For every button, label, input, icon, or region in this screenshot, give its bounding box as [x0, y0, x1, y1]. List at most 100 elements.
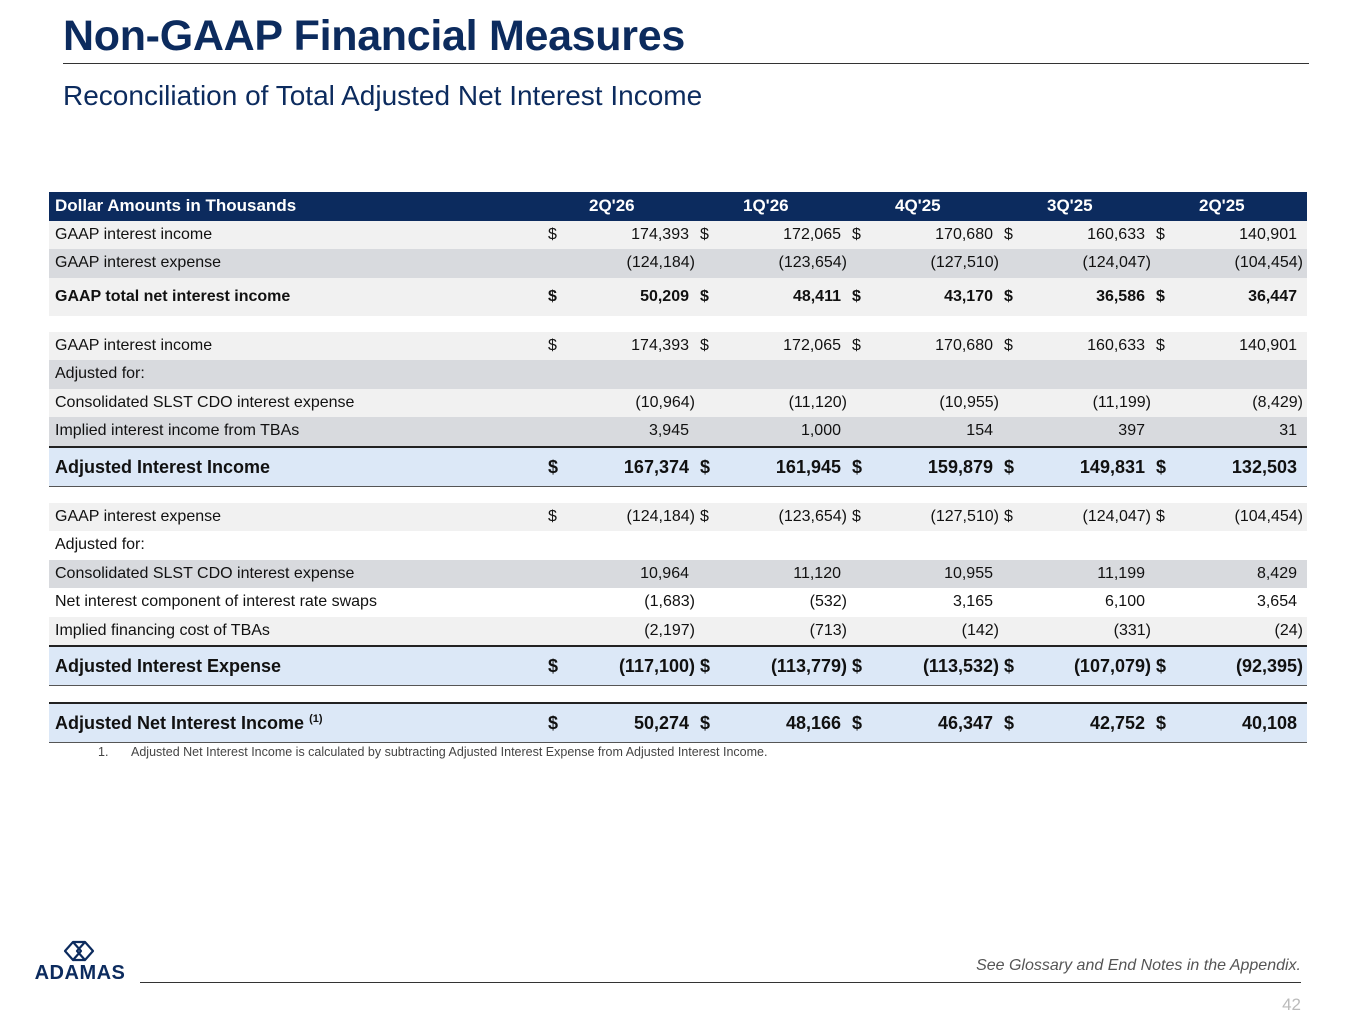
cell-value: (104,454) — [1234, 254, 1304, 271]
row-label-text: Consolidated SLST CDO interest expense — [55, 564, 355, 582]
cell-value: (142) — [961, 621, 999, 639]
cell-value: 172,065 — [783, 336, 841, 354]
footnote-reference: (1) — [309, 713, 323, 725]
row-label: GAAP total net interest income — [55, 278, 290, 316]
cell-value: 174,393 — [631, 225, 689, 243]
row-label: Adjusted Interest Expense — [55, 647, 281, 685]
currency-symbol: $ — [1004, 225, 1013, 243]
logo-wordmark: ADAMAS — [34, 962, 126, 984]
currency-symbol: $ — [700, 287, 709, 305]
currency-symbol: $ — [852, 287, 861, 305]
currency-symbol: $ — [1156, 456, 1167, 477]
cell-value: (127,510) — [930, 254, 1000, 271]
cell-value: (123,654) — [778, 507, 848, 525]
cell-value: 170,680 — [935, 336, 993, 354]
currency-symbol: $ — [700, 507, 709, 525]
table-spacer — [49, 315, 1307, 332]
page-number: 42 — [1282, 995, 1301, 1014]
table-row: GAAP total net interest income $50,209 $48… — [49, 277, 1307, 316]
currency-symbol: $ — [548, 287, 557, 305]
cell-value: 48,411 — [792, 287, 841, 305]
currency-symbol: $ — [548, 225, 557, 243]
cell-value: 3,165 — [952, 593, 993, 610]
table-row: Implied financing cost of TBAs (2,197) (71… — [49, 616, 1307, 645]
cell-value: 167,374 — [623, 456, 689, 477]
currency-symbol: $ — [1004, 713, 1015, 733]
reconciliation-table: Dollar Amounts in Thousands 2Q'26 1Q'26 4Q… — [49, 192, 1307, 743]
cell-value: 159,879 — [927, 456, 993, 477]
row-label-text: GAAP interest expense — [55, 254, 222, 271]
row-label-text: Adjusted Net Interest Income — [55, 713, 305, 733]
table-row: GAAP interest income $174,393 $172,065 $170… — [49, 220, 1307, 249]
column-header-period: 4Q'25 — [895, 196, 941, 215]
cell-value: 10,964 — [640, 564, 689, 582]
cell-value: 140,901 — [1239, 225, 1297, 243]
row-label-text: GAAP interest expense — [55, 507, 222, 525]
company-logo: ADAMAS — [26, 938, 134, 988]
row-label: Adjusted Net Interest Income (1) — [55, 704, 323, 742]
table-spacer — [49, 686, 1307, 702]
footnote: 1. Adjusted Net Interest Income is calcul… — [98, 745, 767, 759]
cell-value: (124,184) — [626, 254, 696, 271]
table-row: GAAP interest expense $ (124,184) $ (123,654… — [49, 502, 1307, 532]
currency-symbol: $ — [1156, 336, 1165, 354]
table-row: Net interest component of interest rate … — [49, 588, 1307, 617]
row-label-text: GAAP interest income — [55, 336, 213, 354]
row-label: Adjusted for: — [55, 360, 145, 389]
row-label-text: Adjusted Interest Expense — [55, 656, 282, 676]
currency-symbol: $ — [1004, 287, 1013, 305]
cell-value: 140,901 — [1239, 336, 1297, 354]
currency-symbol: $ — [1156, 287, 1165, 305]
currency-symbol: $ — [1004, 656, 1015, 676]
currency-symbol: $ — [700, 713, 711, 733]
currency-symbol: $ — [852, 456, 863, 477]
cell-value: (124,184) — [626, 507, 696, 525]
cell-value: 36,586 — [1096, 287, 1145, 305]
currency-symbol: $ — [548, 713, 559, 733]
row-label: GAAP interest income — [55, 332, 212, 361]
currency-symbol: $ — [548, 456, 559, 477]
cell-value: 36,447 — [1248, 287, 1297, 305]
footer-divider — [140, 982, 1301, 983]
cell-value: (8,429) — [1252, 393, 1303, 411]
cell-value: 31 — [1279, 422, 1297, 439]
row-label: Adjusted for: — [55, 531, 145, 560]
row-label: Net interest component of interest rate … — [55, 588, 377, 617]
currency-symbol: $ — [1004, 336, 1013, 354]
table-row: Adjusted for: — [49, 531, 1307, 560]
currency-symbol: $ — [852, 507, 861, 525]
row-label-text: Net interest component of interest rate … — [55, 593, 377, 610]
row-label-text: Adjusted for: — [55, 536, 145, 553]
column-header-period: 2Q'25 — [1199, 196, 1245, 215]
currency-symbol: $ — [1156, 507, 1165, 525]
footnote-number: 1. — [98, 745, 109, 759]
table-row: Consolidated SLST CDO interest expense (1… — [49, 388, 1307, 418]
cell-value: (11,120) — [788, 393, 847, 411]
cell-value: 160,633 — [1087, 225, 1145, 243]
cell-value: 170,680 — [935, 225, 993, 243]
table-row: GAAP interest expense (124,184) (123,654) (… — [49, 249, 1307, 278]
currency-symbol: $ — [548, 507, 557, 525]
cell-value: (113,532) — [922, 656, 999, 676]
table-body: GAAP interest income $174,393 $172,065 $170… — [49, 220, 1307, 743]
row-label: Consolidated SLST CDO interest expense — [55, 560, 354, 589]
table-row: Adjusted Interest Expense $ (117,100) $ (113… — [49, 645, 1307, 686]
currency-symbol: $ — [1004, 456, 1015, 477]
currency-symbol: $ — [700, 656, 711, 676]
currency-symbol: $ — [1156, 713, 1167, 733]
currency-symbol: $ — [1004, 507, 1013, 525]
cell-value: (124,047) — [1082, 254, 1152, 271]
cell-value: 40,108 — [1241, 713, 1297, 733]
cell-value: (24) — [1274, 621, 1303, 639]
cell-value: 132,503 — [1231, 456, 1297, 477]
cell-value: 48,166 — [785, 713, 841, 733]
row-label: Consolidated SLST CDO interest expense — [55, 389, 354, 418]
row-label: Adjusted Interest Income — [55, 448, 270, 486]
cell-value: 11,199 — [1097, 564, 1145, 582]
currency-symbol: $ — [700, 225, 709, 243]
currency-symbol: $ — [700, 456, 711, 477]
cell-value: 10,955 — [944, 564, 993, 582]
cell-value: (123,654) — [778, 254, 848, 271]
row-label: GAAP interest expense — [55, 503, 221, 532]
row-label-text: Implied financing cost of TBAs — [55, 621, 270, 639]
